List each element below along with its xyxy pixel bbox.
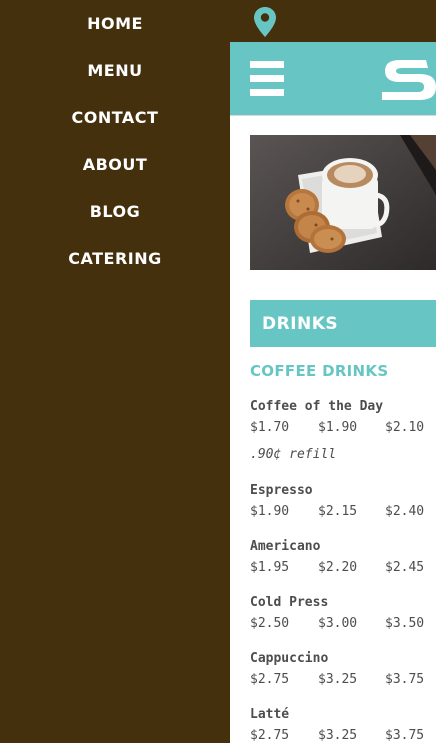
menu-item-price-large: $3.50: [385, 616, 425, 631]
menu-item-price-small: $2.50: [250, 616, 290, 631]
menu-item-price-small: $1.90: [250, 504, 290, 519]
menu-item-name: Latté: [250, 707, 290, 722]
header-divider: [230, 115, 436, 116]
menu-item-price-large: $2.40: [385, 504, 425, 519]
menu-item-price-medium: $3.00: [318, 616, 358, 631]
nav-item-home[interactable]: HOME: [0, 14, 230, 33]
sidebar-nav: HOME MENU CONTACT ABOUT BLOG CATERING: [0, 0, 230, 743]
menu-item-name: Espresso: [250, 483, 313, 498]
section-title: DRINKS: [262, 314, 339, 334]
menu-item-price-large: $2.10: [385, 420, 425, 435]
menu-item-note: .90¢ refill: [250, 447, 337, 462]
nav-item-about[interactable]: ABOUT: [0, 155, 230, 174]
site-logo[interactable]: [380, 56, 436, 102]
menu-item-price-medium: $3.25: [318, 728, 358, 743]
menu-item-price-medium: $2.20: [318, 560, 358, 575]
menu-item-price-medium: $1.90: [318, 420, 358, 435]
menu-item-price-small: $2.75: [250, 672, 290, 687]
menu-item-price-large: $3.75: [385, 672, 425, 687]
site-header: [230, 42, 436, 115]
menu-item-name: Americano: [250, 539, 321, 554]
menu-item-price-large: $2.45: [385, 560, 425, 575]
nav-item-blog[interactable]: BLOG: [0, 202, 230, 221]
section-subtitle: COFFEE DRINKS: [250, 362, 389, 380]
nav-item-catering[interactable]: CATERING: [0, 249, 230, 268]
drinks-banner: DRINKS: [250, 300, 436, 347]
nav-item-contact[interactable]: CONTACT: [0, 108, 230, 127]
coffee-cookies-photo: [250, 135, 436, 270]
menu-item-price-medium: $2.15: [318, 504, 358, 519]
menu-item-name: Cappuccino: [250, 651, 329, 666]
menu-item-price-small: $1.70: [250, 420, 290, 435]
menu-item-name: Coffee of the Day: [250, 399, 384, 414]
hamburger-icon[interactable]: [250, 61, 284, 97]
menu-item-price-medium: $3.25: [318, 672, 358, 687]
map-pin-icon[interactable]: [253, 7, 277, 37]
menu-item-name: Cold Press: [250, 595, 329, 610]
menu-item-price-small: $2.75: [250, 728, 290, 743]
nav-item-menu[interactable]: MENU: [0, 61, 230, 80]
menu-item-price-large: $3.75: [385, 728, 425, 743]
menu-item-price-small: $1.95: [250, 560, 290, 575]
